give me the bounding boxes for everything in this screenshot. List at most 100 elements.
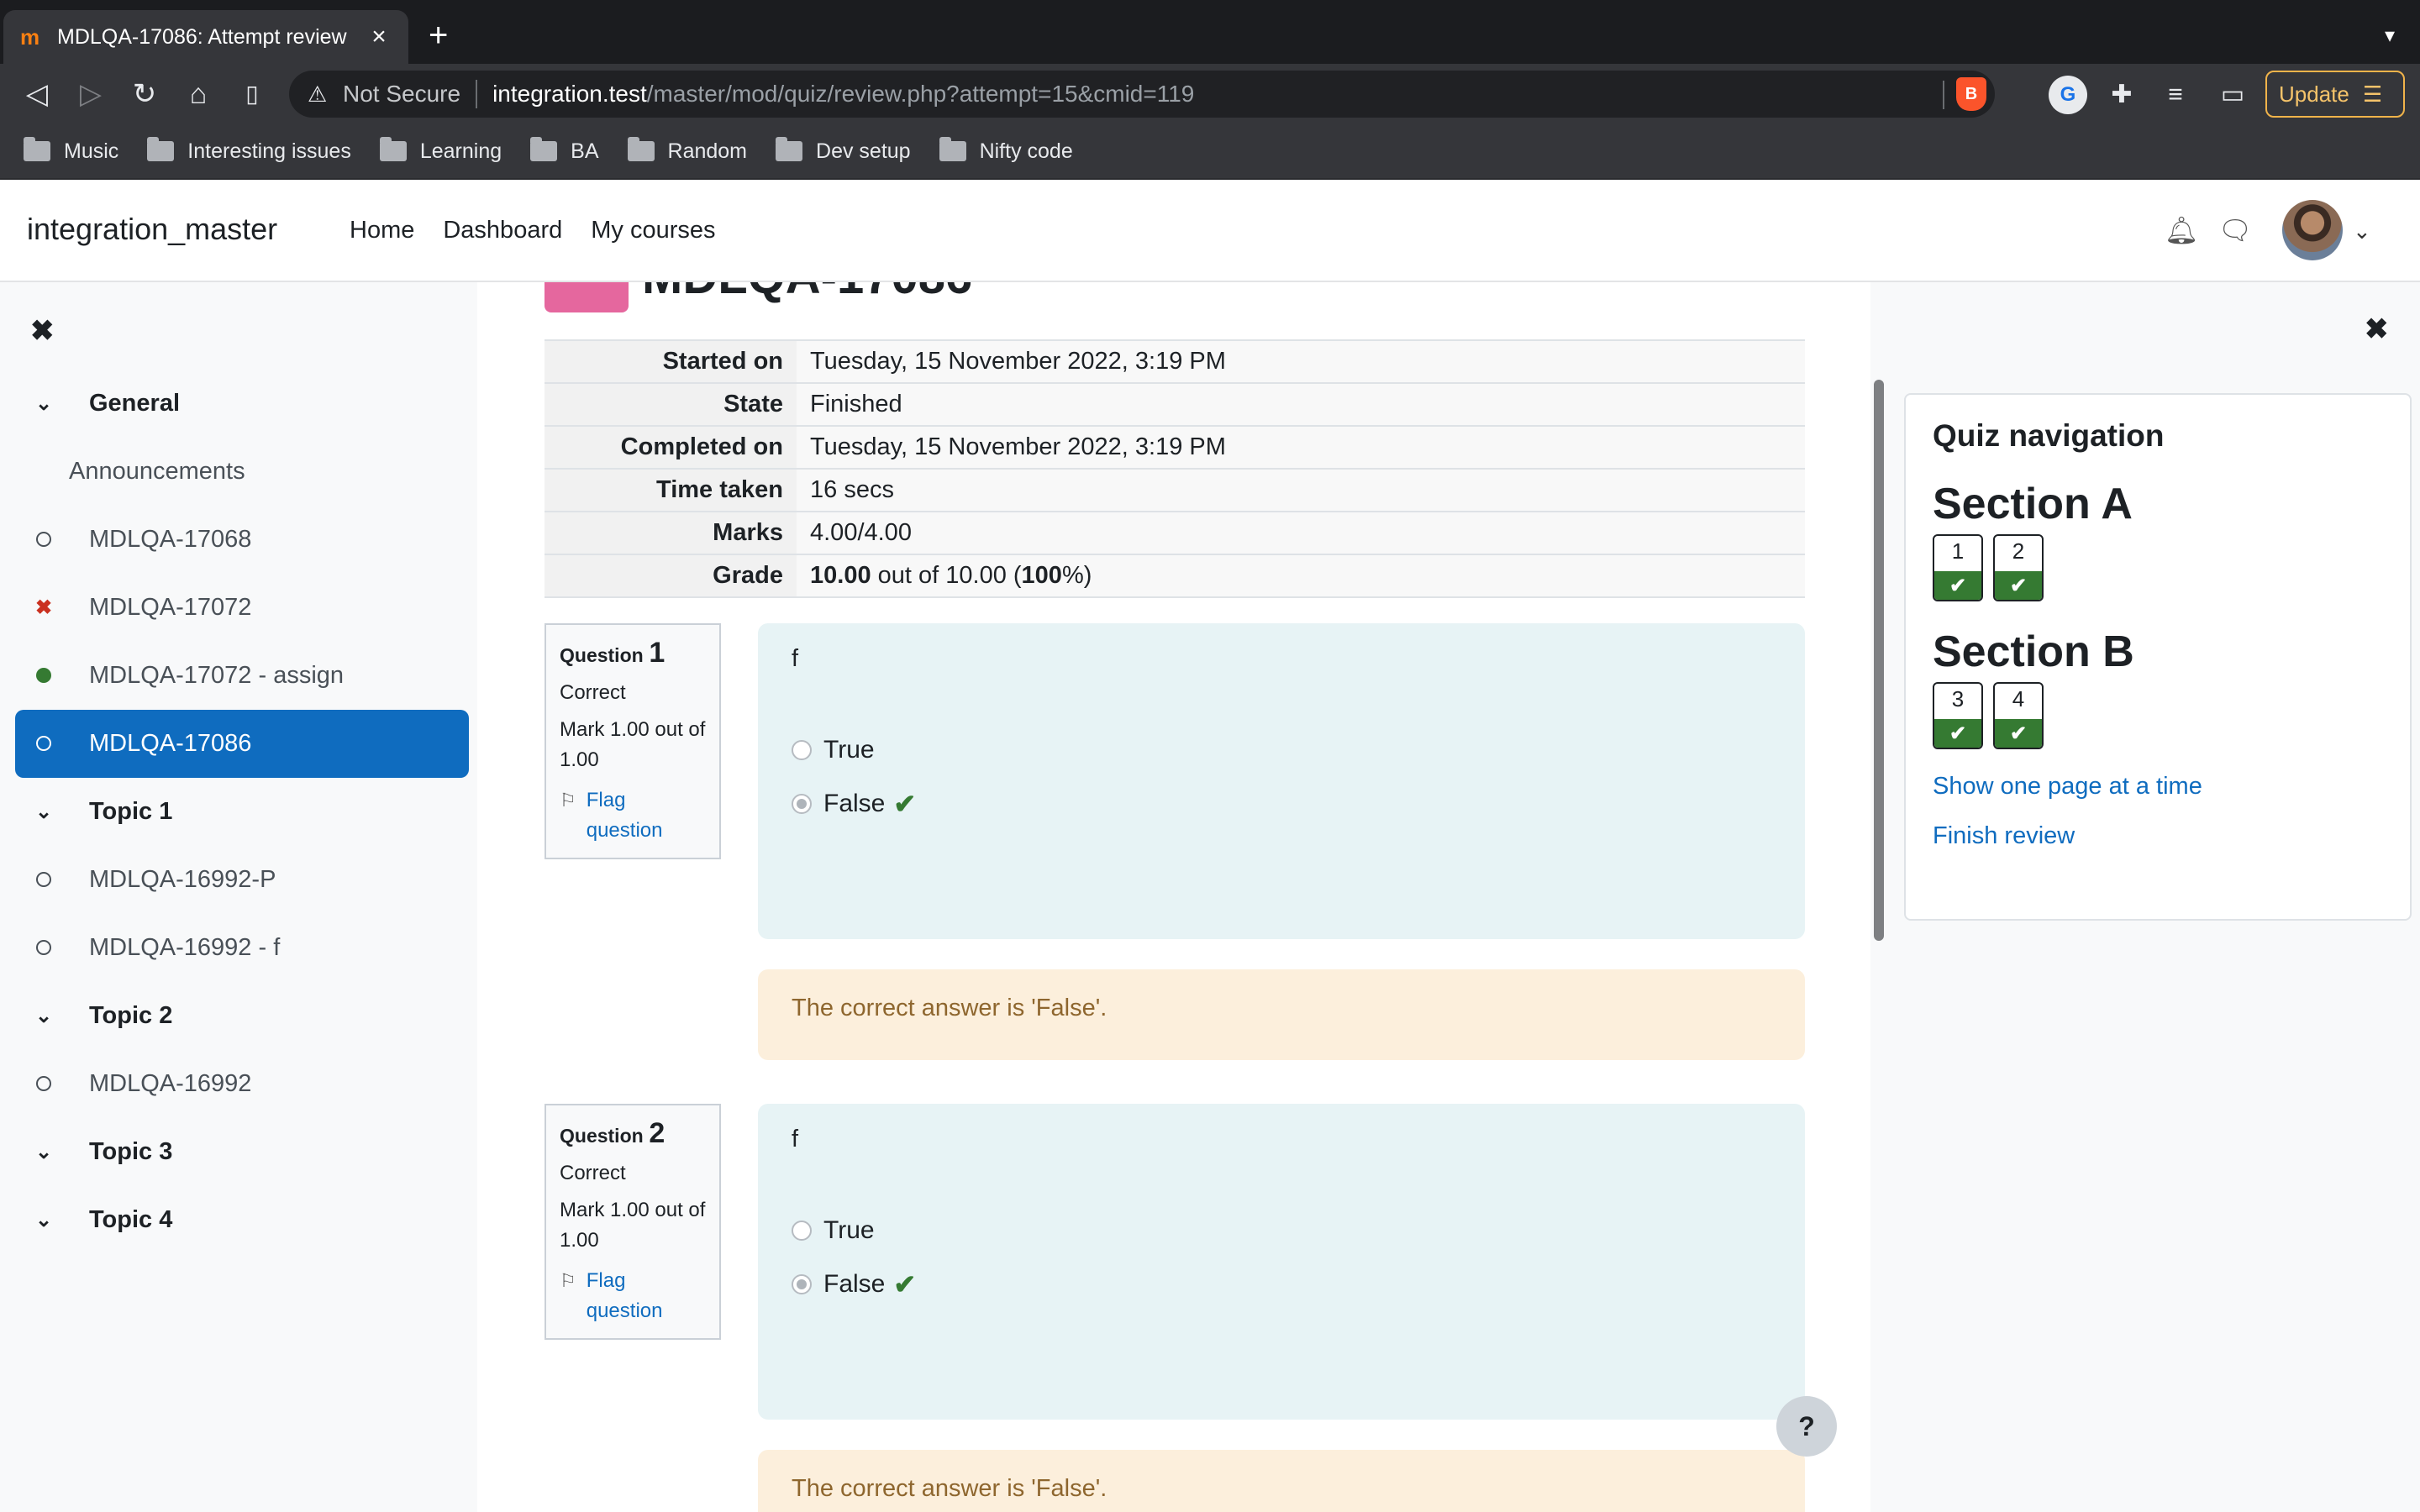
bookmark-folder[interactable]: Random	[627, 137, 747, 164]
summary-row: Marks 4.00/4.00	[544, 512, 1805, 554]
correct-check-icon: ✔	[1934, 571, 1981, 600]
quiz-navigation-block: Quiz navigation Section A 1 ✔ 2 ✔ Section …	[1904, 393, 2412, 921]
question-info: Question 2 Correct Mark 1.00 out of 1.00…	[544, 1104, 721, 1340]
nav-dashboard[interactable]: Dashboard	[443, 217, 562, 244]
radio-button[interactable]	[792, 794, 812, 814]
chevron-down-icon[interactable]: ⌄	[34, 1208, 54, 1232]
folder-icon	[627, 137, 655, 161]
correct-check-icon: ✔	[1934, 719, 1981, 748]
bookmark-folder[interactable]: BA	[530, 137, 599, 164]
question-nav-button[interactable]: 4 ✔	[1993, 682, 2044, 749]
bookmark-folder[interactable]: Dev setup	[776, 137, 911, 164]
chevron-down-icon[interactable]: ⌄	[34, 1140, 54, 1164]
warning-icon: ⚠	[308, 81, 328, 107]
course-activity[interactable]: MDLQA-17072 - assign	[15, 642, 469, 710]
wallet-icon[interactable]: ▭	[2213, 76, 2252, 114]
update-button[interactable]: Update ☰	[2265, 71, 2405, 118]
address-bar[interactable]: ⚠ Not Secure integration.test/master/mod…	[289, 71, 1995, 118]
close-drawer-icon[interactable]: ✖	[30, 314, 55, 348]
bookmark-icon[interactable]: ▯	[234, 76, 271, 113]
bookmark-folder[interactable]: Nifty code	[939, 137, 1073, 164]
finish-review-link[interactable]: Finish review	[1933, 822, 2383, 850]
folder-icon	[147, 137, 175, 161]
nav-home[interactable]: Home	[350, 217, 414, 244]
course-section-general[interactable]: ⌄ General	[15, 370, 469, 438]
forward-icon[interactable]: ▷	[72, 76, 109, 113]
flag-question-link[interactable]: ⚐ Flag question	[560, 1266, 706, 1326]
chevron-down-icon[interactable]: ⌄	[34, 1004, 54, 1028]
avatar[interactable]	[2282, 200, 2343, 260]
answer-option[interactable]: True	[792, 1204, 1771, 1257]
course-index-drawer: ✖ ⌄ General Announcements MDLQA-17068 ✖ MD…	[0, 282, 477, 1512]
primary-navigation: Home Dashboard My courses	[350, 217, 744, 244]
nav-my-courses[interactable]: My courses	[591, 217, 715, 244]
question-text: f	[792, 1126, 799, 1152]
incomplete-icon	[36, 940, 51, 955]
radio-button[interactable]	[792, 740, 812, 760]
summary-row-grade: Grade 10.00 out of 10.00 (100%)	[544, 554, 1805, 597]
answer-option[interactable]: False ✔	[792, 777, 1771, 831]
extensions-icon[interactable]: ✚	[2102, 76, 2141, 114]
section-title: Section A	[1933, 480, 2133, 528]
course-activity[interactable]: MDLQA-16992	[15, 1050, 469, 1118]
flag-question-link[interactable]: ⚐ Flag question	[560, 785, 706, 846]
translate-icon[interactable]: G	[2049, 76, 2087, 114]
course-section-topic-1[interactable]: ⌄ Topic 1	[15, 778, 469, 846]
radio-button[interactable]	[792, 1221, 812, 1241]
question-formulation: f True False ✔	[758, 1104, 1805, 1420]
bookmark-folder[interactable]: Interesting issues	[147, 137, 351, 164]
browser-toolbar: ◁ ▷ ↻ ⌂ ▯ ⚠ Not Secure integration.test /…	[0, 64, 2420, 124]
notifications-bell-icon[interactable]: 🔔︎	[2163, 212, 2200, 249]
chevron-down-icon[interactable]: ⌄	[34, 800, 54, 824]
question-info: Question 1 Correct Mark 1.00 out of 1.00…	[544, 623, 721, 859]
home-icon[interactable]: ⌂	[180, 76, 217, 113]
question-nav-button[interactable]: 1 ✔	[1933, 534, 1983, 601]
main-content: MDLQA-17086 Started onTuesday, 15 Novemb…	[477, 282, 1870, 1512]
course-activity-active[interactable]: MDLQA-17086	[15, 710, 469, 778]
course-activity[interactable]: ✖ MDLQA-17072	[15, 574, 469, 642]
site-name[interactable]: integration_master	[27, 212, 277, 247]
bookmark-folder[interactable]: Music	[24, 137, 118, 164]
url-host: integration.test	[492, 81, 647, 107]
course-activity[interactable]: MDLQA-16992 - f	[15, 914, 469, 982]
scrollbar[interactable]	[1874, 380, 1884, 941]
course-activity[interactable]: Announcements	[15, 438, 469, 506]
course-activity[interactable]: MDLQA-17068	[15, 506, 469, 574]
right-answer-feedback: The correct answer is 'False'.	[758, 1450, 1805, 1512]
bookmark-folder[interactable]: Learning	[379, 137, 502, 164]
browser-tabbar: m MDLQA-17086: Attempt review × + ▾	[0, 0, 2420, 64]
show-one-page-link[interactable]: Show one page at a time	[1933, 773, 2383, 801]
chevron-down-icon[interactable]: ⌄	[2353, 218, 2371, 244]
course-section-topic-2[interactable]: ⌄ Topic 2	[15, 982, 469, 1050]
url-path: /master/mod/quiz/review.php?attempt=15&c…	[646, 81, 1195, 107]
security-label[interactable]: Not Secure	[343, 81, 460, 108]
course-section-topic-4[interactable]: ⌄ Topic 4	[15, 1186, 469, 1254]
correct-check-icon: ✔	[893, 1269, 917, 1299]
question-buttons: 1 ✔ 2 ✔	[1933, 534, 2383, 601]
radio-button[interactable]	[792, 1274, 812, 1294]
course-activity[interactable]: MDLQA-16992-P	[15, 846, 469, 914]
media-queue-icon[interactable]: ≡	[2156, 76, 2195, 114]
site-navbar: integration_master Home Dashboard My cou…	[0, 180, 2420, 282]
reload-icon[interactable]: ↻	[126, 76, 163, 113]
answer-option[interactable]: True	[792, 723, 1771, 777]
question-nav-button[interactable]: 3 ✔	[1933, 682, 1983, 749]
new-tab-icon[interactable]: +	[429, 18, 448, 52]
messages-icon[interactable]: 🗨︎	[2217, 212, 2254, 249]
moodle-favicon-icon: m	[20, 24, 40, 50]
tab-list-chevron-icon[interactable]: ▾	[2385, 24, 2395, 48]
course-index: ⌄ General Announcements MDLQA-17068 ✖ MDLQ…	[15, 370, 469, 1254]
block-drawer: ✖ Quiz navigation Section A 1 ✔ 2 ✔ Sectio…	[1870, 282, 2420, 1512]
help-button[interactable]: ?	[1776, 1396, 1837, 1457]
incomplete-icon	[36, 872, 51, 887]
question-nav-button[interactable]: 2 ✔	[1993, 534, 2044, 601]
back-icon[interactable]: ◁	[18, 76, 55, 113]
browser-tab[interactable]: m MDLQA-17086: Attempt review ×	[3, 10, 408, 64]
question-mark: Mark 1.00 out of 1.00	[560, 1199, 706, 1252]
close-tab-icon[interactable]: ×	[366, 23, 392, 51]
brave-shields-icon[interactable]: B	[1956, 77, 1986, 111]
answer-option[interactable]: False ✔	[792, 1257, 1771, 1311]
course-section-topic-3[interactable]: ⌄ Topic 3	[15, 1118, 469, 1186]
close-drawer-icon[interactable]: ✖	[2365, 312, 2389, 346]
chevron-down-icon[interactable]: ⌄	[34, 391, 54, 416]
